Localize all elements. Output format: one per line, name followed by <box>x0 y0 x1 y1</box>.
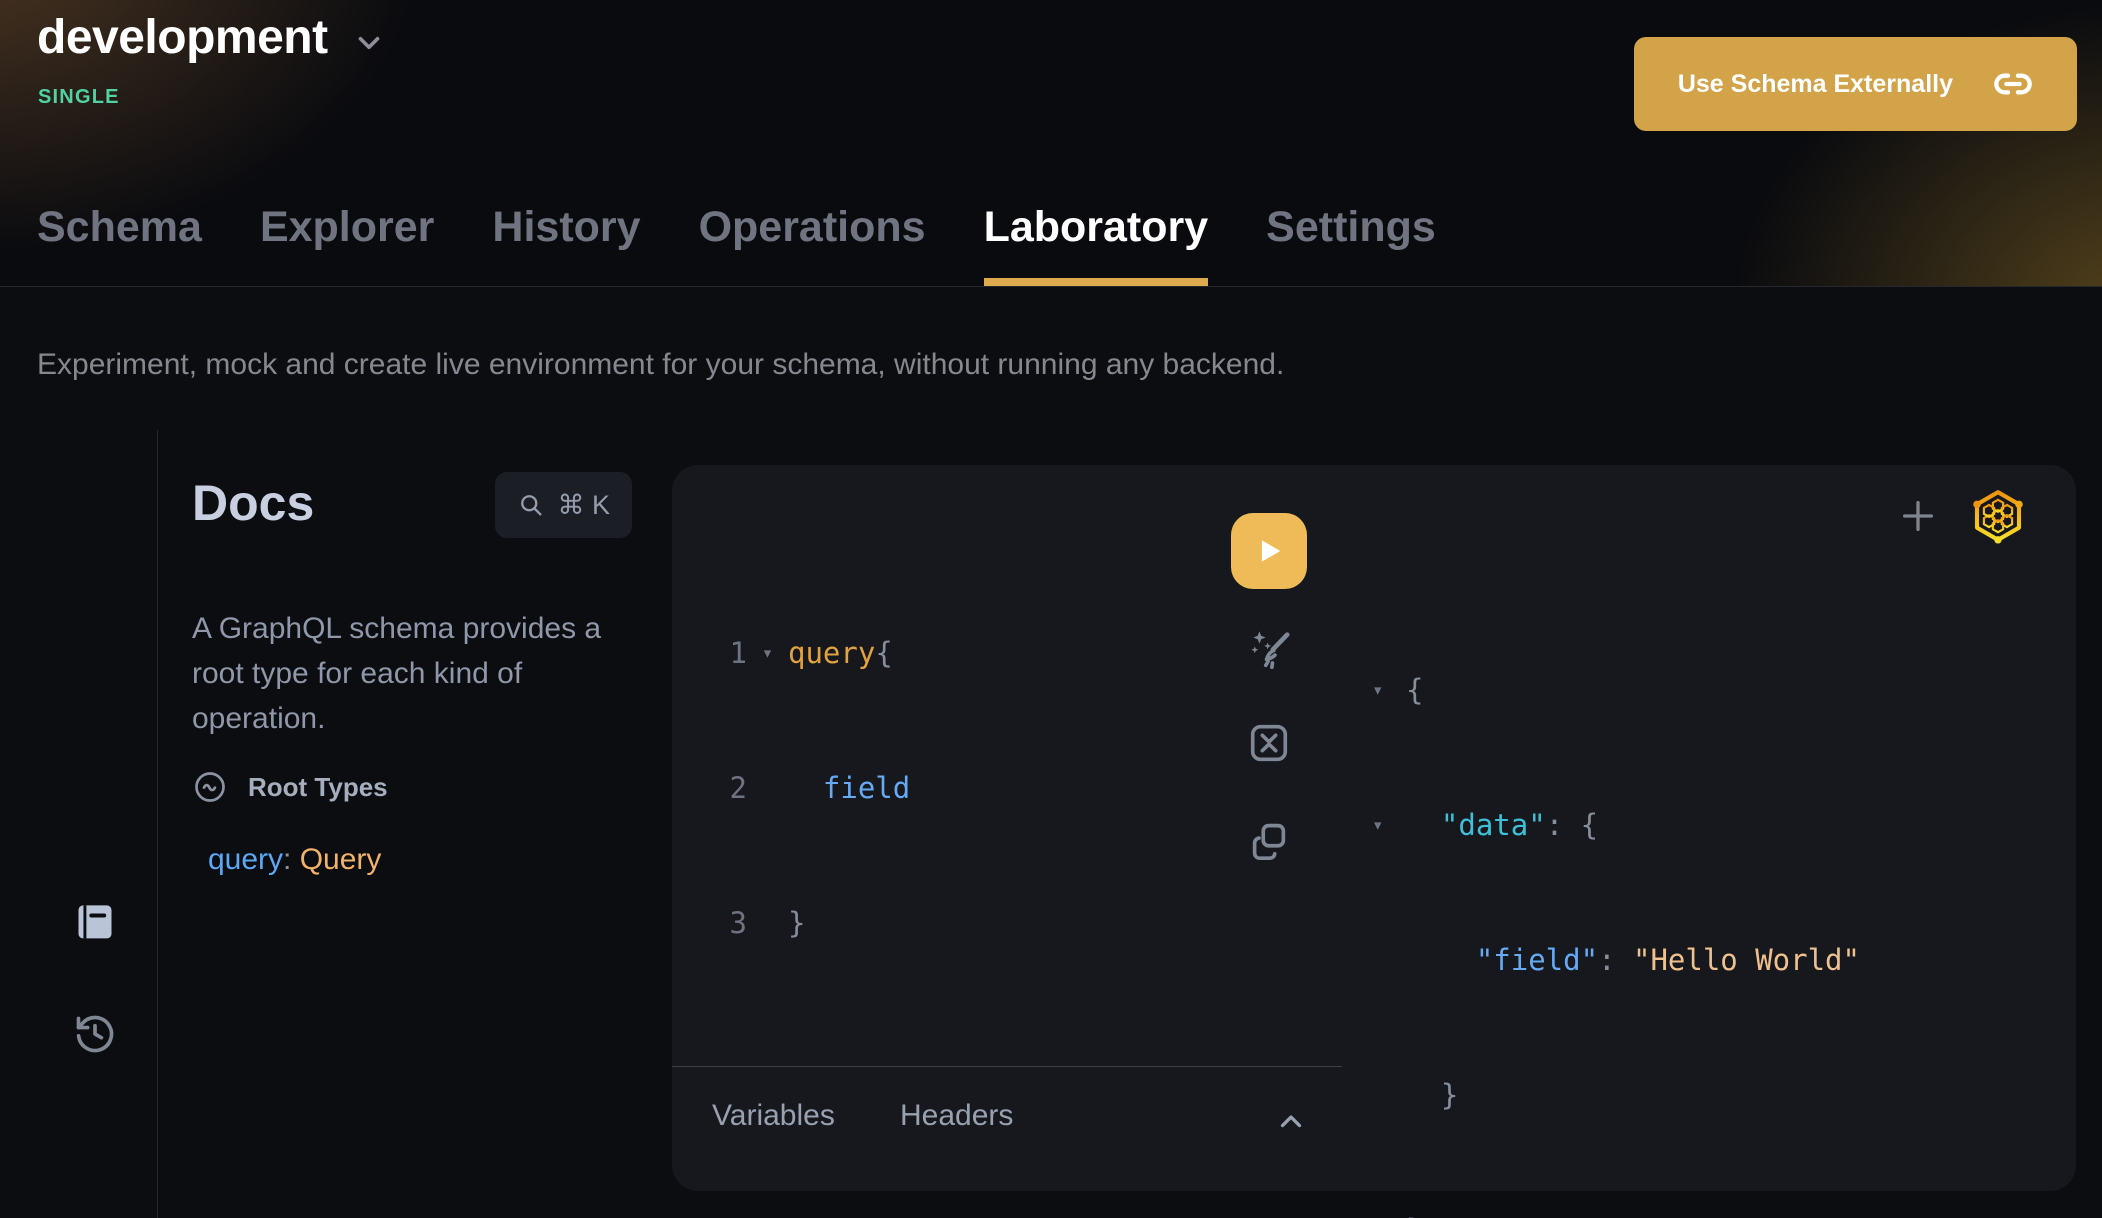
root-types-section: Root Types <box>192 769 632 805</box>
single-badge: SINGLE <box>38 86 120 109</box>
laboratory-page: development SINGLE Use Schema Externally… <box>0 0 2102 1218</box>
headers-tab[interactable]: Headers <box>900 1099 1013 1133</box>
editor-footer-divider <box>672 1066 1342 1067</box>
docs-icon[interactable] <box>73 899 117 943</box>
use-schema-externally-label: Use Schema Externally <box>1678 70 1953 99</box>
prettify-icon <box>1246 626 1292 672</box>
collapse-footer-chevron-icon[interactable] <box>1274 1105 1308 1142</box>
chevron-down-icon[interactable] <box>352 26 386 60</box>
merge-icon <box>1246 720 1292 766</box>
play-icon <box>1252 534 1286 568</box>
fold-arrow-icon[interactable]: ▾ <box>1372 668 1406 713</box>
copy-icon <box>1246 817 1292 863</box>
use-schema-externally-button[interactable]: Use Schema Externally <box>1634 37 2077 131</box>
editor-line: 3 } <box>672 901 910 946</box>
line-number: 2 <box>672 766 747 811</box>
tab-settings[interactable]: Settings <box>1266 203 1436 286</box>
root-type-query-link[interactable]: query: Query <box>192 843 632 877</box>
target-title: development <box>37 10 328 65</box>
doc-explorer-sidebar: ⌘ <box>0 430 158 1218</box>
editor-line: 1 ▾ query{ <box>672 631 910 676</box>
docs-description: A GraphQL schema provides a root type fo… <box>192 606 622 741</box>
docs-panel: Docs ⌘ K A GraphQL schema provides a roo… <box>192 472 632 877</box>
tab-explorer[interactable]: Explorer <box>260 203 434 286</box>
search-icon <box>517 491 545 519</box>
graphiql-panel: 1 ▾ query{ 2 field 3 } <box>672 465 2076 1191</box>
fold-arrow-icon[interactable]: ▾ <box>1372 803 1406 848</box>
copy-query-button[interactable] <box>1246 817 1292 863</box>
tab-operations[interactable]: Operations <box>699 203 926 286</box>
plus-icon <box>1898 496 1938 536</box>
root-type-type-name: Query <box>300 843 382 876</box>
page-header: development SINGLE Use Schema Externally… <box>0 0 2102 287</box>
root-types-icon <box>192 769 228 805</box>
variables-tab[interactable]: Variables <box>712 1099 835 1133</box>
add-tab-button[interactable] <box>1898 496 1938 536</box>
search-button[interactable]: ⌘ K <box>495 472 632 538</box>
link-icon <box>1993 64 2033 104</box>
tab-laboratory[interactable]: Laboratory <box>984 203 1209 286</box>
root-types-label: Root Types <box>248 772 388 803</box>
docs-title: Docs <box>192 472 314 534</box>
tab-history[interactable]: History <box>492 203 640 286</box>
tab-bar: Schema Explorer History Operations Labor… <box>37 203 1436 286</box>
page-subtitle: Experiment, mock and create live environ… <box>37 348 1284 382</box>
tab-schema[interactable]: Schema <box>37 203 202 286</box>
fold-arrow-icon[interactable]: ▾ <box>747 631 788 676</box>
line-number: 3 <box>672 901 747 946</box>
editor-line: 2 field <box>672 766 910 811</box>
merge-fragments-button[interactable] <box>1246 720 1292 766</box>
history-icon[interactable] <box>73 1012 117 1056</box>
response-viewer: ▾{ ▾ "data": { "field": "Hello World" } … <box>1372 578 1860 1218</box>
prettify-query-button[interactable] <box>1246 626 1292 672</box>
root-type-field-name: query <box>208 843 283 876</box>
search-shortcut-label: ⌘ K <box>557 490 610 521</box>
line-number: 1 <box>672 631 747 676</box>
graphql-hive-logo-icon[interactable] <box>1970 488 2026 544</box>
execute-query-button[interactable] <box>1231 513 1307 589</box>
query-editor[interactable]: 1 ▾ query{ 2 field 3 } <box>672 541 910 1036</box>
